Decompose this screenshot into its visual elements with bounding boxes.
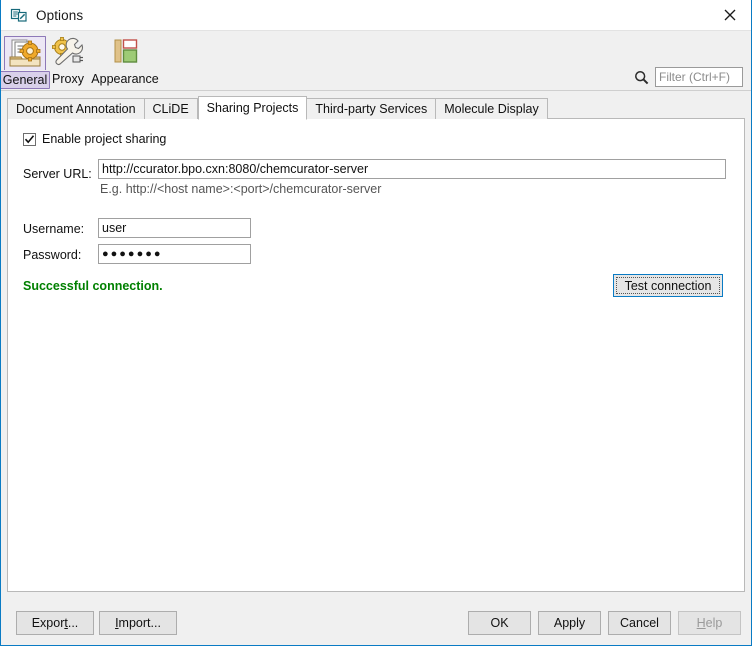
- toolbar-item-label: Appearance: [89, 71, 160, 87]
- enable-project-sharing-checkbox[interactable]: [23, 133, 36, 146]
- window-title: Options: [36, 8, 83, 23]
- gear-wrench-icon: [50, 36, 86, 70]
- filter-input[interactable]: [655, 67, 743, 87]
- filter-area: [634, 62, 743, 92]
- ok-button[interactable]: OK: [468, 611, 531, 635]
- password-input[interactable]: [98, 244, 251, 264]
- title-bar: Options: [1, 0, 752, 31]
- tab-bar: Document Annotation CLiDE Sharing Projec…: [7, 97, 548, 119]
- help-label-mnemonic: H: [697, 616, 706, 630]
- search-icon[interactable]: [634, 70, 649, 85]
- tab-sharing-projects[interactable]: Sharing Projects: [198, 96, 308, 120]
- options-properties-icon: [10, 6, 28, 24]
- enable-project-sharing-label[interactable]: Enable project sharing: [42, 132, 166, 146]
- folder-gear-icon: [4, 36, 46, 70]
- tab-label: Molecule Display: [444, 102, 538, 116]
- tab-molecule-display[interactable]: Molecule Display: [436, 98, 547, 119]
- tab-third-party-services[interactable]: Third-party Services: [307, 98, 436, 119]
- test-connection-label: Test connection: [616, 277, 720, 294]
- help-label-post: elp: [706, 616, 723, 630]
- toolbar-item-proxy[interactable]: Proxy: [49, 33, 87, 89]
- username-label: Username:: [23, 222, 84, 236]
- tab-label: CLiDE: [153, 102, 189, 116]
- cancel-label: Cancel: [620, 616, 659, 630]
- toolbar-item-label: Proxy: [50, 71, 86, 87]
- server-url-label: Server URL:: [23, 167, 92, 181]
- toolbar-item-appearance[interactable]: Appearance: [89, 33, 161, 89]
- ok-label: OK: [490, 616, 508, 630]
- cancel-button[interactable]: Cancel: [608, 611, 671, 635]
- dialog-footer: Export... Import... OK Apply Cancel Help: [1, 597, 751, 644]
- export-label-post: ...: [68, 616, 78, 630]
- toolbar-item-label: General: [0, 71, 50, 89]
- username-input[interactable]: [98, 218, 251, 238]
- tab-label: Sharing Projects: [207, 101, 299, 115]
- apply-label: Apply: [554, 616, 585, 630]
- apply-button[interactable]: Apply: [538, 611, 601, 635]
- export-label-pre: Expor: [32, 616, 65, 630]
- import-button[interactable]: Import...: [99, 611, 177, 635]
- tab-document-annotation[interactable]: Document Annotation: [7, 98, 145, 119]
- connection-status-message: Successful connection.: [23, 279, 163, 293]
- checkmark-icon: [24, 134, 35, 145]
- close-icon[interactable]: [707, 0, 752, 30]
- layout-blocks-icon: [107, 36, 143, 70]
- password-label: Password:: [23, 248, 81, 262]
- toolbar-item-general[interactable]: General: [4, 33, 46, 89]
- tab-label: Third-party Services: [315, 102, 427, 116]
- help-button: Help: [678, 611, 741, 635]
- import-label-post: mport...: [119, 616, 161, 630]
- tab-clide[interactable]: CLiDE: [145, 98, 198, 119]
- export-button[interactable]: Export...: [16, 611, 94, 635]
- enable-project-sharing-row: Enable project sharing: [23, 132, 166, 146]
- tab-label: Document Annotation: [16, 102, 136, 116]
- options-dialog: Options: [0, 0, 752, 646]
- category-toolbar: General: [1, 31, 751, 91]
- server-url-hint: E.g. http://<host name>:<port>/chemcurat…: [100, 182, 381, 196]
- sharing-projects-panel: Enable project sharing Server URL: E.g. …: [7, 118, 745, 592]
- server-url-input[interactable]: [98, 159, 726, 179]
- test-connection-button[interactable]: Test connection: [613, 274, 723, 297]
